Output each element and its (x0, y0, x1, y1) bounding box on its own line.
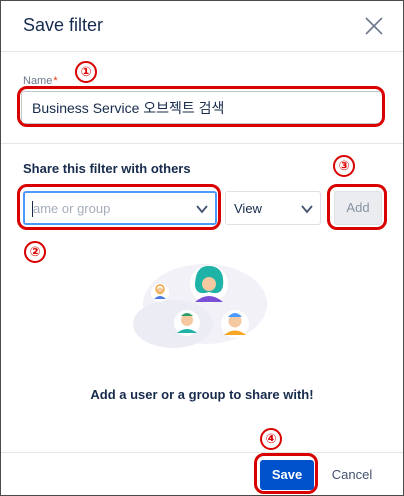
footer-divider (1, 452, 403, 453)
name-label: Name* (23, 75, 58, 87)
annotation-marker-1: ① (75, 61, 97, 83)
section-divider (1, 143, 403, 144)
annotation-marker-2: ② (24, 241, 46, 263)
add-share-button[interactable]: Add (334, 191, 382, 225)
annotation-marker-4: ④ (260, 428, 282, 450)
group-placeholder: ame or group (33, 201, 111, 216)
empty-share-message: Add a user or a group to share with! (90, 387, 314, 402)
name-label-text: Name (23, 75, 53, 87)
permission-value: View (234, 201, 262, 216)
save-filter-dialog: Save filter Name* Business Service 오브젝트 … (0, 0, 404, 496)
close-icon[interactable] (361, 13, 387, 39)
dialog-title: Save filter (23, 15, 104, 35)
share-heading: Share this filter with others (23, 161, 191, 176)
permission-select[interactable]: View (225, 191, 321, 225)
chevron-down-icon[interactable] (195, 202, 209, 216)
group-picker-input[interactable]: ame or group (23, 191, 217, 225)
required-mark: * (53, 75, 58, 87)
cancel-button[interactable]: Cancel (323, 460, 381, 490)
name-input[interactable]: Business Service 오브젝트 검색 (21, 91, 383, 124)
save-button[interactable]: Save (260, 460, 314, 490)
chevron-down-icon[interactable] (300, 202, 314, 216)
header-divider (1, 51, 403, 52)
annotation-marker-3: ③ (333, 155, 355, 177)
dialog-header: Save filter (1, 1, 403, 51)
share-illustration (123, 256, 283, 356)
